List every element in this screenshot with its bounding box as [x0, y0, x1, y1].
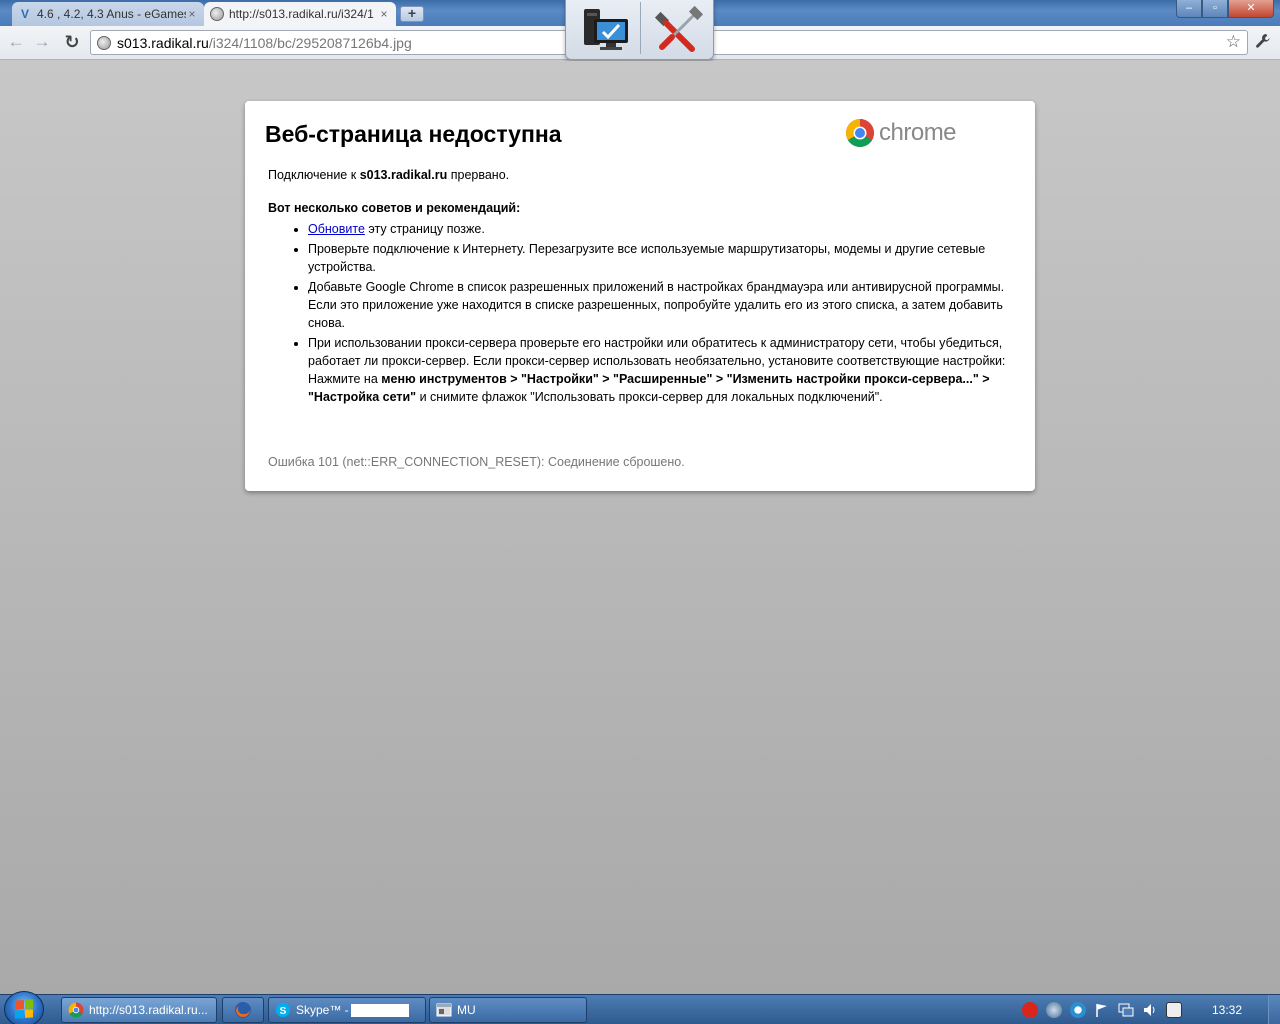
taskbar-firefox[interactable]: [222, 997, 264, 1023]
skype-icon: S: [276, 1003, 290, 1017]
chrome-logo-icon: [846, 119, 874, 147]
taskbar-chrome[interactable]: http://s013.radikal.ru...: [61, 997, 217, 1023]
suggestions-list: Обновите эту страницу позже. Проверьте п…: [308, 220, 1018, 408]
summary-host: s013.radikal.ru: [359, 168, 448, 182]
show-desktop-button[interactable]: [1268, 995, 1280, 1024]
taskbar-mu[interactable]: MU: [429, 997, 587, 1023]
page-content-area: Веб-страница недоступна chrome Подключен…: [0, 61, 1280, 994]
taskbar-skype-label: Skype™ -: [296, 1003, 349, 1017]
floating-gadget-panel: [565, 0, 714, 60]
reload-button[interactable]: ↻: [61, 31, 83, 53]
chrome-task-icon: [68, 1002, 84, 1018]
suggestion-text: Проверьте подключение к Интернету. Перез…: [308, 242, 986, 274]
url-host: s013.radikal.ru: [117, 34, 209, 51]
gadget-divider: [640, 2, 641, 54]
redacted-block: [350, 1003, 409, 1017]
tab-title: http://s013.radikal.ru/i324/1: [229, 7, 374, 21]
back-button[interactable]: ←: [5, 31, 27, 53]
taskbar-clock[interactable]: 13:32: [1212, 1003, 1242, 1017]
taskbar-mu-label: MU: [457, 1003, 476, 1017]
windows-flag-icon: [15, 999, 33, 1019]
windows-taskbar: http://s013.radikal.ru... S Skype™ - MU: [0, 991, 1280, 1024]
minimize-button[interactable]: –: [1176, 0, 1202, 18]
suggestion-text: эту страницу позже.: [364, 222, 485, 236]
new-tab-button[interactable]: +: [400, 6, 424, 22]
error-title: Веб-страница недоступна: [265, 121, 562, 147]
tray-network-globe-icon[interactable]: [1046, 1002, 1062, 1018]
egames-favicon-icon: V: [20, 7, 29, 21]
summary-suffix: прервано.: [447, 168, 510, 182]
reload-link[interactable]: Обновите: [308, 222, 365, 236]
suggestion-item: Проверьте подключение к Интернету. Перез…: [308, 240, 1018, 276]
action-center-flag-icon[interactable]: [1094, 1002, 1110, 1018]
network-monitor-icon[interactable]: [1118, 1002, 1134, 1018]
summary-prefix: Подключение к: [268, 168, 360, 182]
svg-text:S: S: [280, 1006, 287, 1017]
maximize-button[interactable]: ▫: [1202, 0, 1228, 18]
bookmark-star-icon[interactable]: ☆: [1226, 32, 1241, 52]
suggestion-item: При использовании прокси-сервера проверь…: [308, 334, 1018, 406]
tray-red-icon[interactable]: [1022, 1002, 1038, 1018]
keyboard-language-icon[interactable]: [1166, 1002, 1182, 1018]
tab-close-icon[interactable]: ×: [186, 7, 198, 21]
chrome-logo: chrome: [845, 118, 957, 148]
taskbar-chrome-label: http://s013.radikal.ru...: [89, 1003, 208, 1017]
close-window-button[interactable]: ✕: [1228, 0, 1274, 18]
suggestions-heading: Вот несколько советов и рекомендаций:: [268, 201, 521, 215]
tab-radikal-active[interactable]: http://s013.radikal.ru/i324/1 ×: [204, 2, 396, 26]
tab-close-icon[interactable]: ×: [378, 7, 390, 21]
tab-title: 4.6 , 4.2, 4.3 Anus - eGames: [37, 7, 186, 21]
taskbar-skype[interactable]: S Skype™ -: [268, 997, 426, 1023]
url-path: /i324/1108/bc/2952087126b4.jpg: [208, 34, 412, 51]
window-app-icon: [436, 1003, 452, 1017]
globe-favicon-icon: [210, 7, 224, 21]
chrome-logo-text: chrome: [879, 119, 957, 146]
tab-egames[interactable]: V 4.6 , 4.2, 4.3 Anus - eGames ×: [12, 2, 204, 26]
tray-blue-circle-icon[interactable]: [1070, 1002, 1086, 1018]
error-code: Ошибка 101 (net::ERR_CONNECTION_RESET): …: [268, 455, 685, 469]
wrench-menu-icon[interactable]: [1254, 32, 1272, 55]
volume-speaker-icon[interactable]: [1142, 1002, 1158, 1018]
firefox-icon: [235, 1002, 251, 1018]
suggestion-text: и снимите флажок "Использовать прокси-се…: [416, 390, 883, 404]
suggestion-item: Обновите эту страницу позже.: [308, 220, 1018, 238]
forward-button[interactable]: →: [31, 31, 53, 53]
tools-hammer-screwdriver-icon[interactable]: [652, 5, 704, 53]
computer-check-icon[interactable]: [580, 5, 632, 53]
page-info-globe-icon[interactable]: [97, 35, 111, 50]
suggestion-text: Добавьте Google Chrome в список разрешен…: [308, 280, 1005, 330]
error-summary: Подключение к s013.radikal.ru прервано.: [268, 168, 509, 182]
error-page-box: Веб-страница недоступна chrome Подключен…: [245, 101, 1035, 491]
start-button[interactable]: [4, 991, 44, 1024]
suggestion-item: Добавьте Google Chrome в список разрешен…: [308, 278, 1018, 332]
